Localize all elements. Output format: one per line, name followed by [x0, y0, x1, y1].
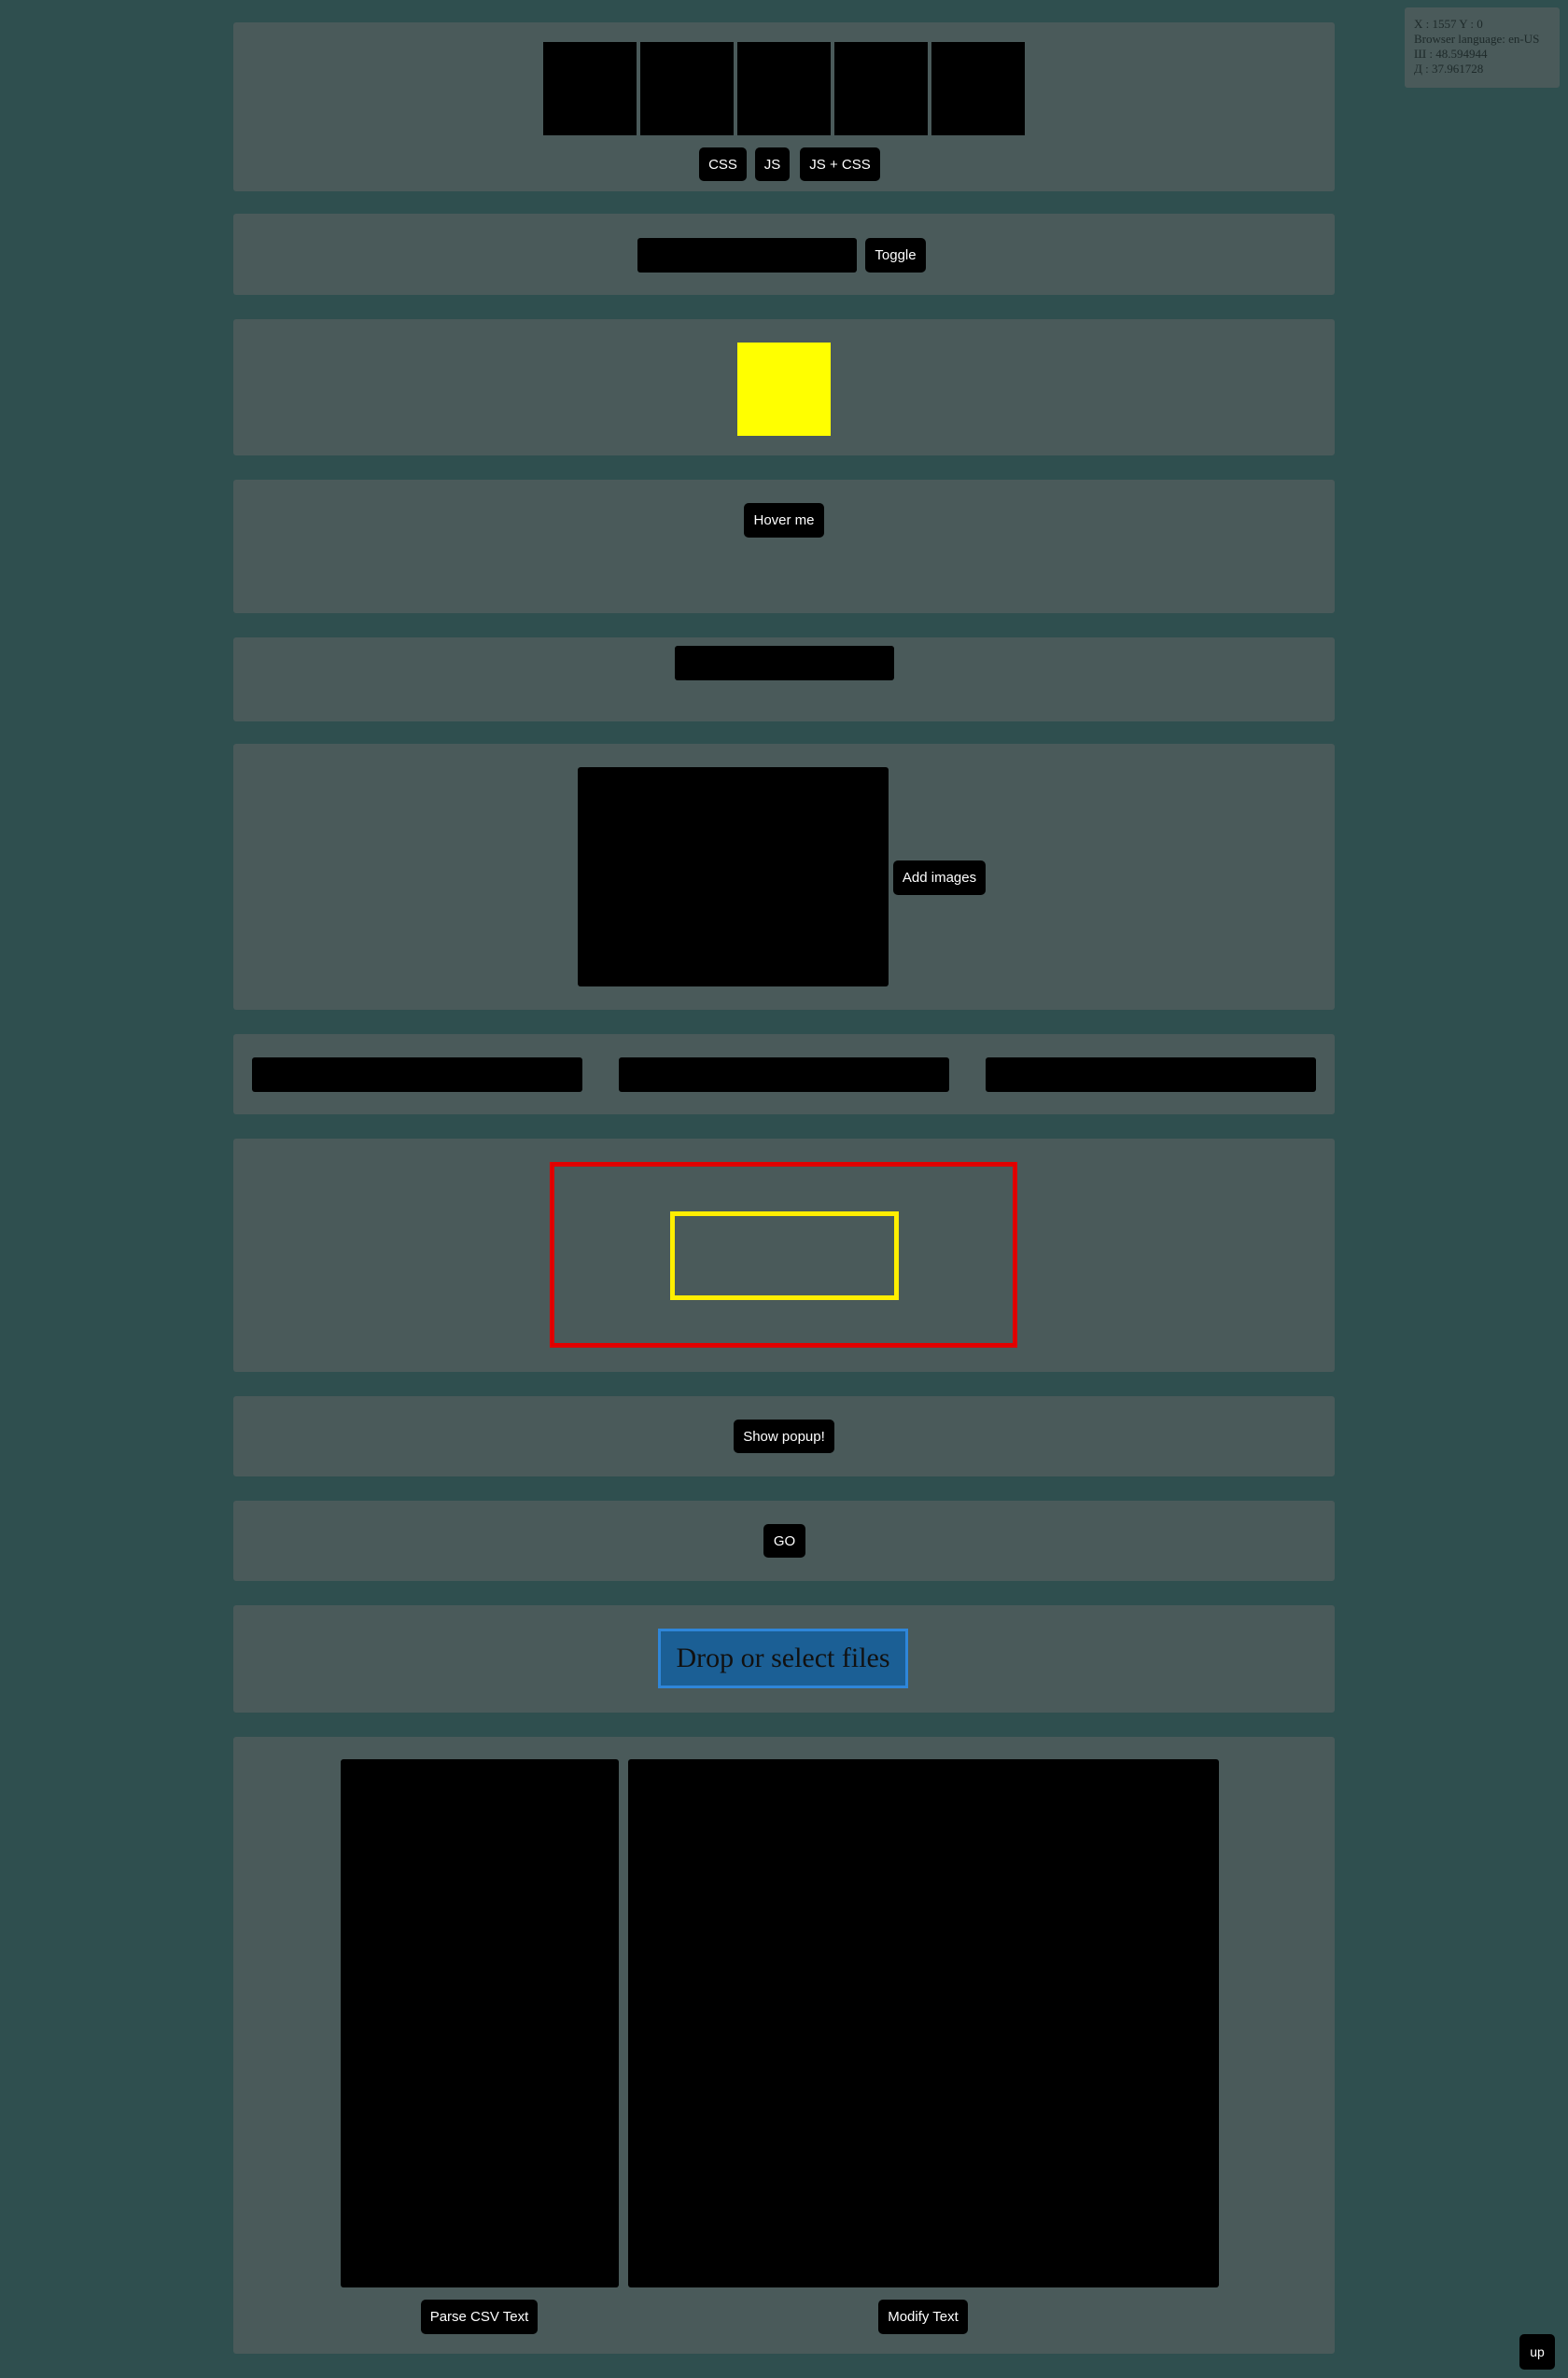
- bars-panel: [233, 1034, 1335, 1114]
- black-bar-right: [986, 1057, 1316, 1092]
- slider-slide: [834, 42, 928, 135]
- slider-slide: [737, 42, 831, 135]
- coords-readout: X : 1557 Y : 0: [1414, 17, 1483, 31]
- css-button[interactable]: CSS: [699, 147, 747, 181]
- go-panel: GO: [233, 1501, 1335, 1581]
- slider-slide: [640, 42, 734, 135]
- scroll-up-button[interactable]: up: [1519, 2334, 1555, 2370]
- longitude-readout: Д : 37.961728: [1414, 62, 1484, 76]
- bar-panel: [233, 637, 1335, 721]
- browser-language: Browser language: en-US: [1414, 32, 1540, 46]
- hover-panel: Hover me: [233, 480, 1335, 613]
- latitude-readout: Ш : 48.594944: [1414, 47, 1488, 61]
- toggle-button[interactable]: Toggle: [865, 238, 926, 273]
- toggle-target: [637, 238, 857, 273]
- info-box: X : 1557 Y : 0 Browser language: en-US Ш…: [1405, 7, 1560, 88]
- csv-output-textarea[interactable]: [628, 1759, 1219, 2287]
- modify-text-button[interactable]: Modify Text: [878, 2300, 968, 2334]
- image-gallery: [578, 767, 889, 986]
- add-images-button[interactable]: Add images: [893, 860, 986, 895]
- black-bar-middle: [619, 1057, 949, 1092]
- square-panel: [233, 319, 1335, 455]
- csv-panel: Parse CSV Text Modify Text: [233, 1737, 1335, 2354]
- black-bar: [675, 646, 894, 680]
- inner-yellow-frame[interactable]: [670, 1211, 899, 1300]
- gallery-panel: Add images: [233, 744, 1335, 1010]
- slider-slide: [543, 42, 637, 135]
- js-css-button[interactable]: JS + CSS: [800, 147, 880, 181]
- black-bar-left: [252, 1057, 582, 1092]
- toggle-panel: Toggle: [233, 214, 1335, 295]
- slider-panel: CSS JS JS + CSS: [233, 22, 1335, 191]
- show-popup-button[interactable]: Show popup!: [734, 1420, 834, 1453]
- popup-panel: Show popup!: [233, 1396, 1335, 1476]
- frames-panel: [233, 1139, 1335, 1372]
- hover-me-button[interactable]: Hover me: [744, 503, 824, 538]
- js-button[interactable]: JS: [755, 147, 790, 181]
- parse-csv-button[interactable]: Parse CSV Text: [421, 2300, 538, 2334]
- yellow-square[interactable]: [737, 343, 831, 436]
- csv-input-textarea[interactable]: [341, 1759, 619, 2287]
- file-dropzone[interactable]: Drop or select files: [658, 1629, 908, 1688]
- slider-slide: [931, 42, 1025, 135]
- go-button[interactable]: GO: [763, 1524, 805, 1558]
